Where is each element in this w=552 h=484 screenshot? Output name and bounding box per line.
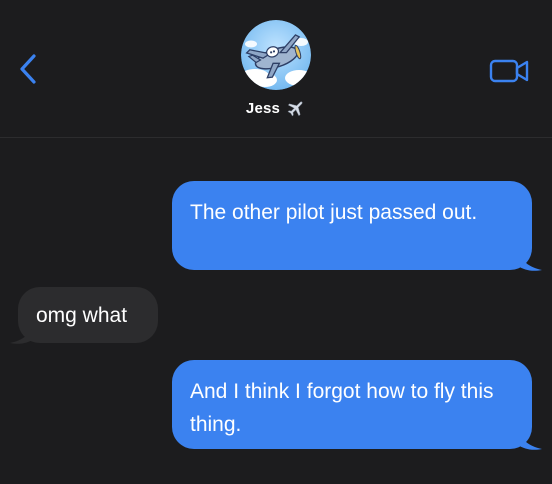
contact-name-row: Jess — [246, 98, 306, 118]
chevron-left-icon — [20, 54, 36, 84]
message-text: omg what — [36, 304, 128, 327]
message-received[interactable]: omg what — [18, 287, 158, 343]
airplane-icon — [287, 101, 303, 117]
message-text: And I think I forgot how to fly this thi… — [190, 380, 494, 436]
bubble-tail — [518, 430, 542, 450]
bubble-tail — [10, 324, 34, 344]
avatar — [241, 20, 311, 90]
contact-name: Jess — [245, 99, 281, 117]
airplane-avatar-image — [241, 20, 311, 90]
conversation-header: Jess — [0, 0, 552, 138]
video-camera-icon — [489, 59, 529, 83]
message-text: The other pilot just passed out. — [190, 201, 478, 224]
back-button[interactable] — [14, 50, 44, 90]
video-call-button[interactable] — [488, 55, 532, 87]
message-sent[interactable]: The other pilot just passed out. — [172, 181, 532, 270]
bubble-tail — [518, 251, 542, 271]
messages-screen: Jess The other pilot just passed out. om… — [0, 0, 552, 484]
message-sent[interactable]: And I think I forgot how to fly this thi… — [172, 360, 532, 449]
contact-info[interactable]: Jess — [200, 20, 352, 118]
